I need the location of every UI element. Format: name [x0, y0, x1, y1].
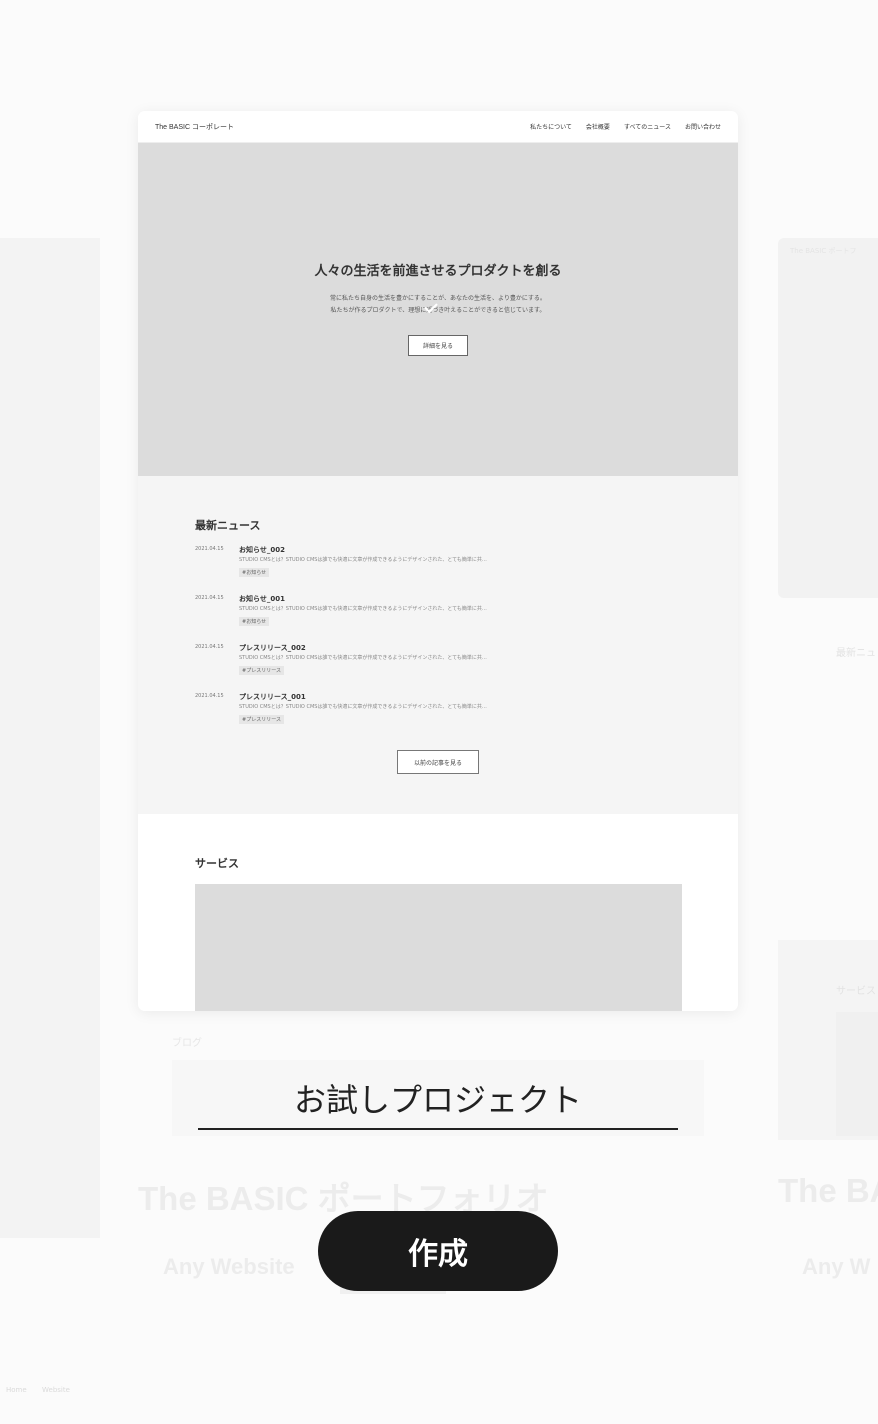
preview-services-image — [195, 884, 682, 1011]
preview-logo: The BASIC コーポレート — [155, 123, 234, 131]
news-tag: #お知らせ — [239, 568, 270, 577]
footer-link-website[interactable]: Website — [42, 1386, 70, 1394]
gallery-card-right[interactable] — [778, 238, 878, 598]
news-tag: #プレスリリース — [239, 715, 284, 724]
gallery-right-image — [836, 1012, 878, 1136]
preview-hero-title: 人々の生活を前進させるプロダクトを創る — [314, 264, 562, 279]
news-title: プレスリリース_002 — [239, 644, 306, 652]
news-body: STUDIO CMSとは？STUDIO CMSは誰でも快適に文章が作成できるよう… — [239, 655, 487, 661]
gallery-subtitle-right: Any W — [802, 1254, 871, 1279]
gallery-right-logo: The BASIC ポートフ — [790, 247, 857, 255]
template-preview-card[interactable]: The BASIC コーポレート 私たちについて 会社概要 すべてのニュース お… — [138, 111, 738, 1011]
news-date: 2021.04.15 — [195, 693, 224, 699]
gallery-right-news-label: 最新ニュ — [836, 648, 876, 659]
preview-nav-item: すべてのニュース — [623, 124, 671, 131]
news-title: お知らせ_001 — [239, 595, 285, 603]
preview-services-title: サービス — [195, 857, 239, 870]
preview-hero-desc: 常に私たち自身の生活を豊かにすることが、あなたの生活を、より豊かにする。 私たち… — [330, 293, 546, 317]
preview-header: The BASIC コーポレート 私たちについて 会社概要 すべてのニュース お… — [138, 111, 738, 143]
preview-services-section: サービス — [138, 814, 738, 1011]
gallery-title-right: The BA — [778, 1172, 878, 1209]
news-body: STUDIO CMSとは？STUDIO CMSは誰でも快適に文章が作成できるよう… — [239, 606, 487, 612]
news-tag: #プレスリリース — [239, 666, 284, 675]
news-body: STUDIO CMSとは？STUDIO CMSは誰でも快適に文章が作成できるよう… — [239, 704, 487, 710]
project-name-input[interactable] — [198, 1068, 678, 1130]
news-date: 2021.04.15 — [195, 595, 224, 601]
preview-hero-desc-line: 常に私たち自身の生活を豊かにすることが、あなたの生活を、より豊かにする。 — [330, 295, 546, 302]
preview-nav: 私たちについて 会社概要 すべてのニュース お問い合わせ — [530, 122, 721, 131]
gallery-subtitle-left: Any Website — [163, 1254, 295, 1279]
preview-news-more-button: 以前の記事を見る — [397, 750, 479, 774]
news-tag: #お知らせ — [239, 617, 270, 626]
gallery-left-label: ブログ — [172, 1038, 202, 1049]
preview-hero-desc-line: 私たちが作るプロダクトで、理想に近づき叶えることができると信じています。 — [330, 307, 546, 314]
preview-nav-item: 会社概要 — [585, 124, 610, 131]
news-date: 2021.04.15 — [195, 546, 224, 552]
gallery-right-services-label: サービス — [836, 986, 876, 997]
preview-nav-item: 私たちについて — [530, 124, 572, 131]
create-button[interactable]: 作成 — [318, 1211, 558, 1291]
footer-link-home[interactable]: Home — [6, 1386, 27, 1394]
news-date: 2021.04.15 — [195, 644, 224, 650]
news-title: お知らせ_002 — [239, 546, 285, 554]
gallery-card-left[interactable] — [0, 238, 100, 1238]
preview-news-section: 最新ニュース 2021.04.15 お知らせ_002 STUDIO CMSとは？… — [138, 476, 738, 814]
preview-hero: 人々の生活を前進させるプロダクトを創る 常に私たち自身の生活を豊かにすることが、… — [138, 143, 738, 476]
news-body: STUDIO CMSとは？STUDIO CMSは誰でも快適に文章が作成できるよう… — [239, 557, 487, 563]
news-title: プレスリリース_001 — [239, 693, 306, 701]
preview-nav-item: お問い合わせ — [684, 124, 721, 131]
preview-news-title: 最新ニュース — [195, 519, 261, 532]
preview-hero-button: 詳細を見る — [408, 335, 468, 356]
